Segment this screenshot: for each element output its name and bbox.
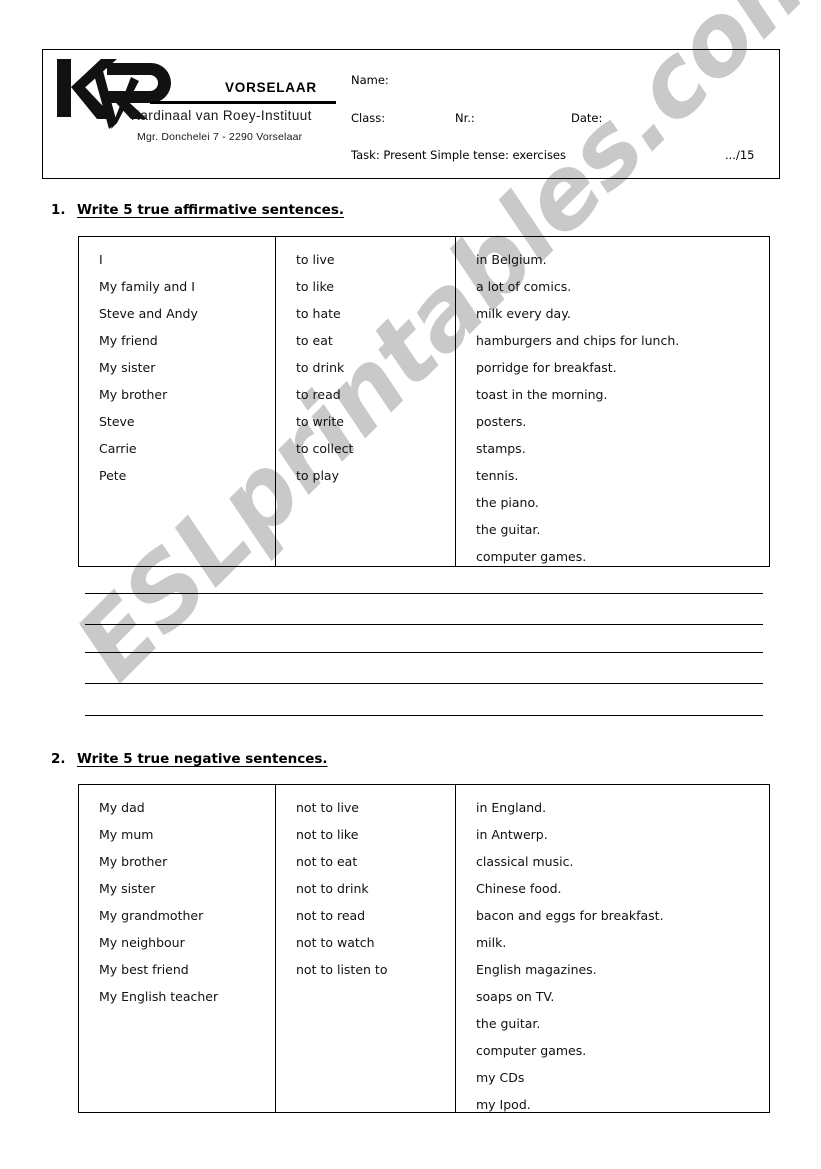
exercise-2-verb-column: not to live not to like not to eat not t… <box>276 785 456 1112</box>
logo-divider-rule <box>150 101 336 104</box>
word-item: not to eat <box>296 854 358 869</box>
word-item: to drink <box>296 360 345 375</box>
word-item: My best friend <box>99 962 189 977</box>
answer-line[interactable] <box>85 593 763 594</box>
word-item: my CDs <box>476 1070 525 1085</box>
word-item: not to drink <box>296 881 369 896</box>
word-item: English magazines. <box>476 962 597 977</box>
word-item: the guitar. <box>476 1016 541 1031</box>
word-item: bacon and eggs for breakfast. <box>476 908 664 923</box>
score-label: .../15 <box>725 148 755 162</box>
word-item: to hate <box>296 306 341 321</box>
word-item: to write <box>296 414 344 429</box>
word-item: porridge for breakfast. <box>476 360 617 375</box>
word-item: stamps. <box>476 441 526 456</box>
nr-field-label: Nr.: <box>455 111 475 125</box>
word-item: not to listen to <box>296 962 388 977</box>
word-item: milk every day. <box>476 306 571 321</box>
exercise-1-number: 1. <box>51 202 66 218</box>
word-item: computer games. <box>476 1043 587 1058</box>
word-item: in Belgium. <box>476 252 547 267</box>
exercise-2-title: Write 5 true negative sentences. <box>77 751 328 767</box>
logo-institute-name: Kardinaal van Roey-Instituut <box>131 108 312 123</box>
word-item: not to like <box>296 827 359 842</box>
exercise-1-subject-column: I My family and I Steve and Andy My frie… <box>79 237 276 566</box>
word-item: to play <box>296 468 339 483</box>
exercise-2-number: 2. <box>51 751 66 767</box>
word-item: Chinese food. <box>476 881 562 896</box>
word-item: hamburgers and chips for lunch. <box>476 333 680 348</box>
header-box: VORSELAAR Kardinaal van Roey-Instituut M… <box>42 49 780 179</box>
word-item: not to read <box>296 908 366 923</box>
word-item: My dad <box>99 800 145 815</box>
word-item: posters. <box>476 414 527 429</box>
word-item: toast in the morning. <box>476 387 608 402</box>
word-item: My English teacher <box>99 989 219 1004</box>
answer-line[interactable] <box>85 683 763 684</box>
word-item: to live <box>296 252 335 267</box>
word-item: Steve and Andy <box>99 306 198 321</box>
word-item: the guitar. <box>476 522 541 537</box>
word-item: to like <box>296 279 334 294</box>
task-label: Task: Present Simple tense: exercises <box>351 148 566 162</box>
word-item: in Antwerp. <box>476 827 548 842</box>
word-item: I <box>99 252 103 267</box>
word-item: to collect <box>296 441 354 456</box>
word-item: My sister <box>99 881 156 896</box>
school-logo: VORSELAAR Kardinaal van Roey-Instituut M… <box>55 55 345 173</box>
word-item: in England. <box>476 800 547 815</box>
exercise-1-answer-lines <box>85 585 763 725</box>
word-item: milk. <box>476 935 507 950</box>
answer-line[interactable] <box>85 652 763 653</box>
word-item: soaps on TV. <box>476 989 555 1004</box>
class-field-label: Class: <box>351 111 386 125</box>
word-item: My grandmother <box>99 908 204 923</box>
exercise-2-object-column: in England. in Antwerp. classical music.… <box>456 785 769 1112</box>
exercise-1-verb-column: to live to like to hate to eat to drink … <box>276 237 456 566</box>
word-item: not to watch <box>296 935 375 950</box>
word-item: My neighbour <box>99 935 185 950</box>
word-item: the piano. <box>476 495 539 510</box>
exercise-2-word-table: My dad My mum My brother My sister My gr… <box>78 784 770 1113</box>
word-item: My mum <box>99 827 154 842</box>
exercise-1-title: Write 5 true affirmative sentences. <box>77 202 345 218</box>
word-item: My brother <box>99 387 168 402</box>
answer-line[interactable] <box>85 624 763 625</box>
exercise-2-heading: 2. Write 5 true negative sentences. <box>51 751 328 767</box>
word-item: classical music. <box>476 854 574 869</box>
exercise-1-word-table: I My family and I Steve and Andy My frie… <box>78 236 770 567</box>
word-item: not to live <box>296 800 360 815</box>
date-field-label: Date: <box>571 111 603 125</box>
word-item: my Ipod. <box>476 1097 531 1112</box>
exercise-2-subject-column: My dad My mum My brother My sister My gr… <box>79 785 276 1112</box>
answer-line[interactable] <box>85 715 763 716</box>
word-item: My family and I <box>99 279 195 294</box>
word-item: Steve <box>99 414 135 429</box>
word-item: a lot of comics. <box>476 279 572 294</box>
word-item: Carrie <box>99 441 137 456</box>
word-item: My friend <box>99 333 158 348</box>
exercise-1-heading: 1. Write 5 true affirmative sentences. <box>51 202 344 218</box>
exercise-1-object-column: in Belgium. a lot of comics. milk every … <box>456 237 769 566</box>
name-field-label: Name: <box>351 73 389 87</box>
word-item: Pete <box>99 468 127 483</box>
word-item: My brother <box>99 854 168 869</box>
word-item: to read <box>296 387 341 402</box>
word-item: My sister <box>99 360 156 375</box>
logo-vorselaar-text: VORSELAAR <box>225 80 317 95</box>
word-item: computer games. <box>476 549 587 564</box>
word-item: to eat <box>296 333 333 348</box>
word-item: tennis. <box>476 468 519 483</box>
logo-address: Mgr. Donchelei 7 - 2290 Vorselaar <box>137 131 303 143</box>
